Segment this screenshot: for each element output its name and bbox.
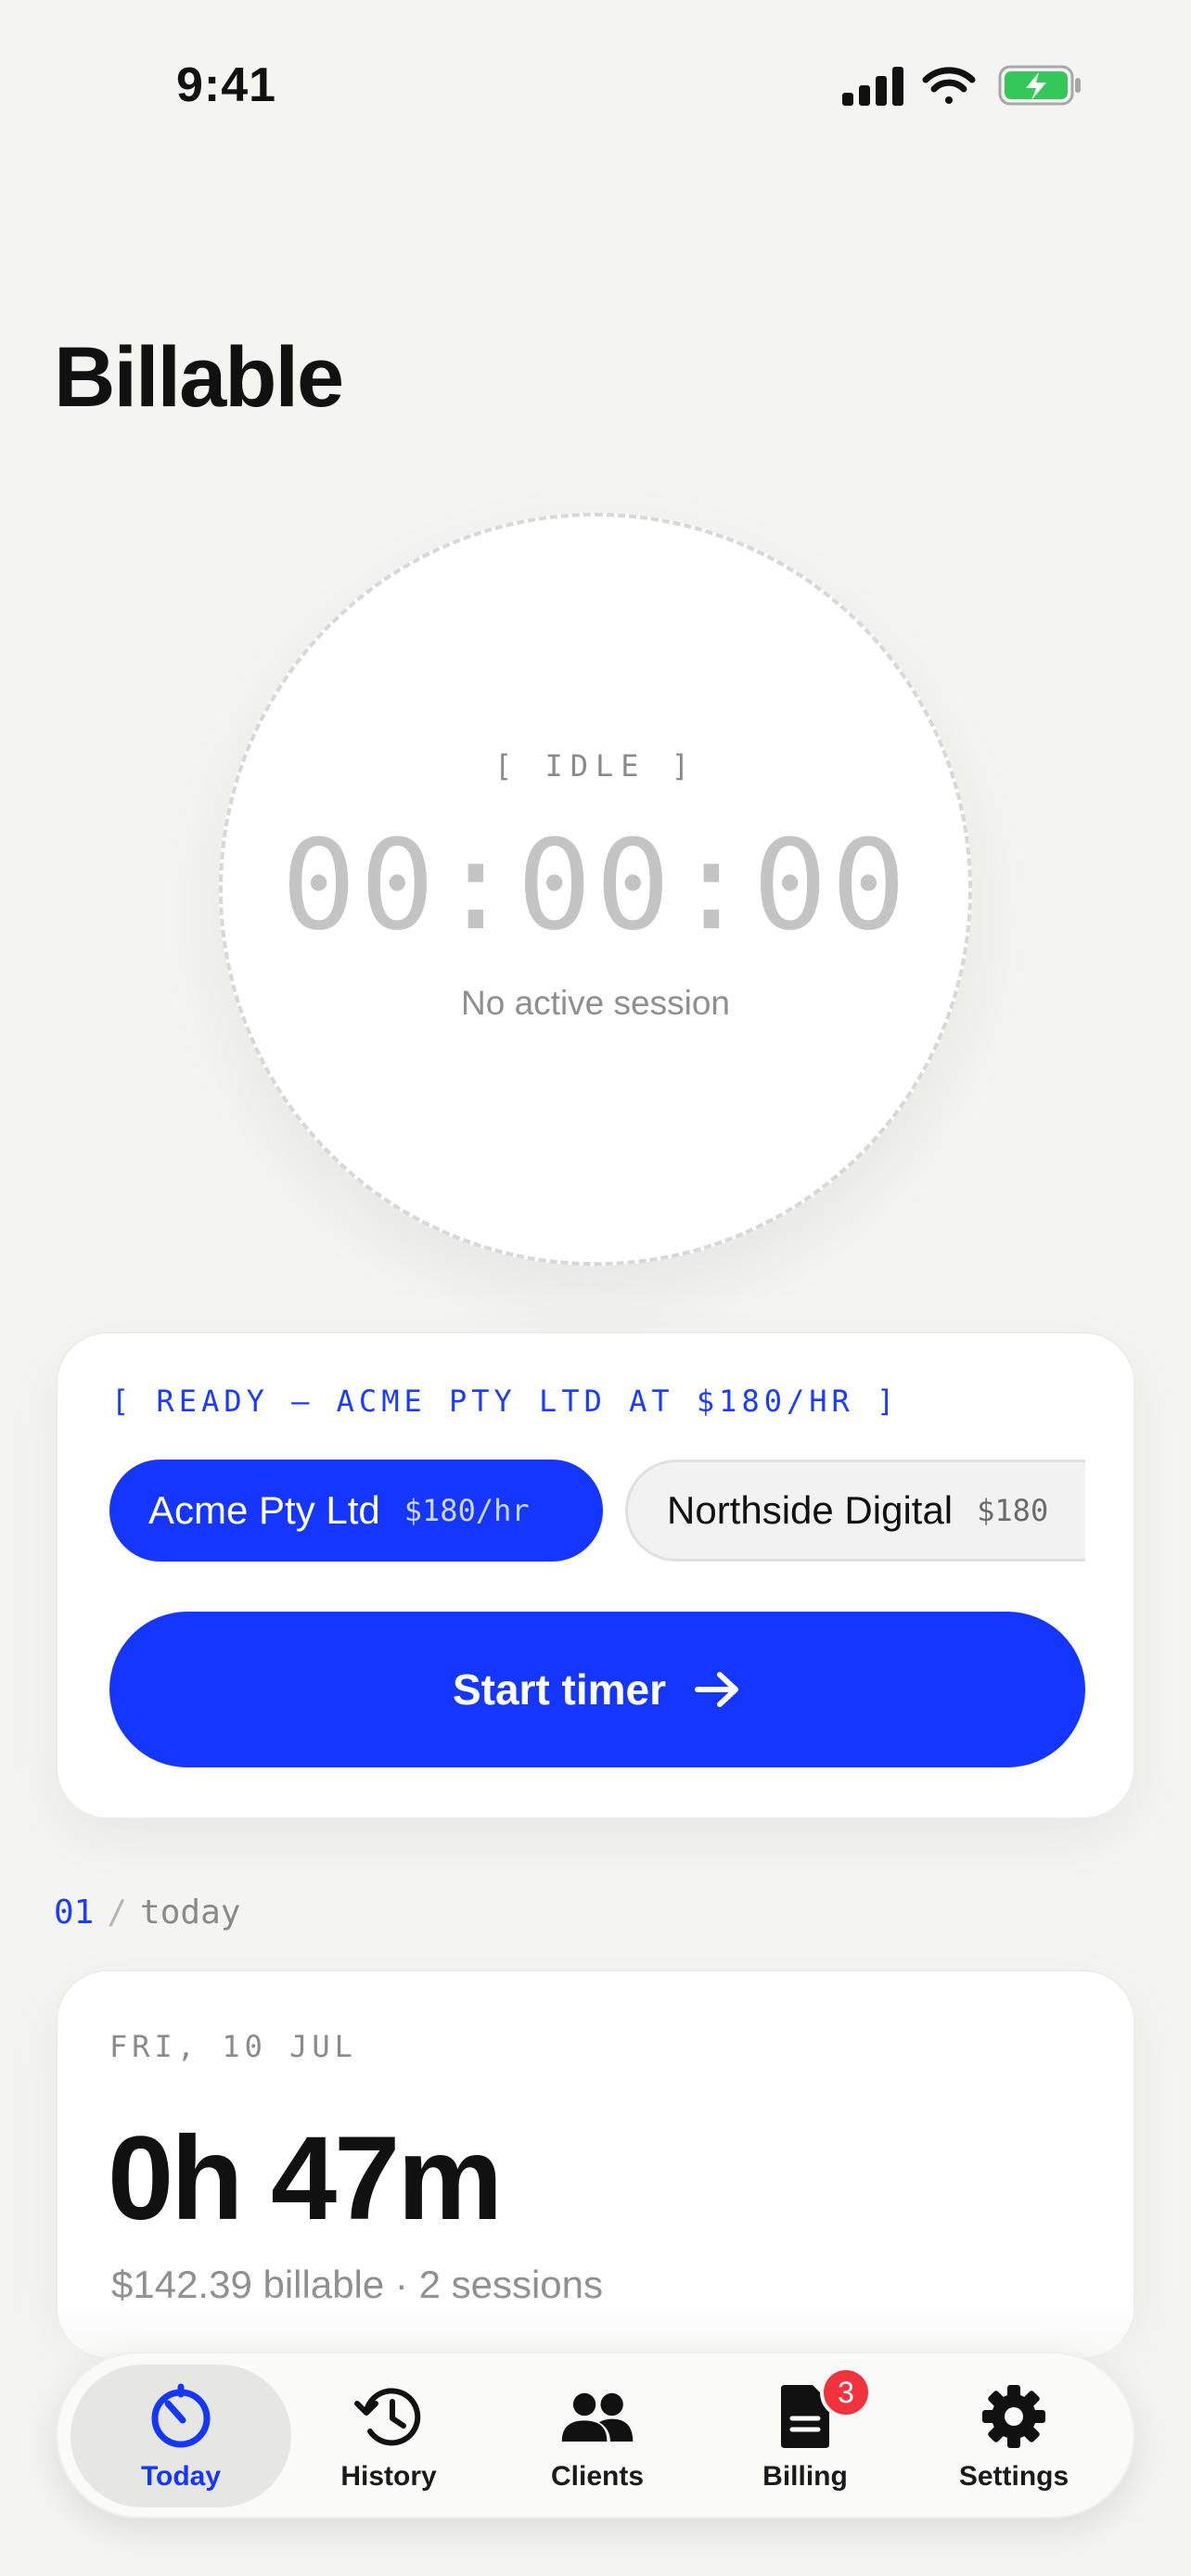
start-timer-button[interactable]: Start timer <box>109 1612 1085 1767</box>
timer-display: 00:00:00 <box>281 813 910 958</box>
document-icon: 3 <box>768 2366 872 2452</box>
section-separator: / <box>107 1894 128 1932</box>
battery-charging-icon <box>998 65 1081 106</box>
client-chip-rate: $180 <box>977 1493 1049 1528</box>
tab-label: Settings <box>958 2461 1069 2492</box>
timer-subtitle: No active session <box>461 984 730 1022</box>
cellular-signal-icon <box>842 67 903 106</box>
today-date: FRI, 10 JUL <box>109 2029 357 2064</box>
tab-settings[interactable]: Settings <box>903 2365 1124 2507</box>
billing-badge: 3 <box>820 2366 872 2418</box>
today-total: 0h 47m <box>108 2112 503 2245</box>
tab-billing[interactable]: 3 Billing <box>695 2365 916 2507</box>
tab-today[interactable]: Today <box>70 2365 291 2507</box>
status-time: 9:41 <box>176 58 277 112</box>
timer-icon <box>144 2381 218 2452</box>
client-chip-northside[interactable]: Northside Digital $180 <box>625 1460 1085 1562</box>
client-chip-name: Northside Digital <box>667 1488 954 1532</box>
timer-state: [ IDLE ] <box>493 748 698 784</box>
tab-label: Clients <box>550 2461 645 2492</box>
timer-dial: [ IDLE ] 00:00:00 No active session <box>219 513 972 1266</box>
ready-card: [ READY — ACME PTY LTD AT $180/HR ] Acme… <box>56 1332 1135 1819</box>
start-timer-label: Start timer <box>452 1665 667 1714</box>
section-header: 01 / today <box>54 1894 240 1932</box>
section-number: 01 <box>54 1894 95 1932</box>
tab-label: Today <box>140 2461 222 2492</box>
tab-bar: Today History Clients 3 Billing Settings <box>56 2352 1135 2519</box>
people-icon <box>560 2381 634 2452</box>
section-name: today <box>140 1894 241 1932</box>
client-chip-name: Acme Pty Ltd <box>148 1488 380 1532</box>
tab-label: History <box>340 2461 437 2492</box>
status-icons <box>842 63 1083 109</box>
ready-label: [ READY — ACME PTY LTD AT $180/HR ] <box>111 1384 900 1419</box>
wifi-icon <box>922 67 976 104</box>
history-icon <box>352 2381 426 2452</box>
client-chips: Acme Pty Ltd $180/hr Northside Digital $… <box>109 1460 1085 1563</box>
arrow-right-icon <box>695 1672 739 1707</box>
tab-history[interactable]: History <box>278 2365 499 2507</box>
tab-clients[interactable]: Clients <box>487 2365 708 2507</box>
gear-icon <box>977 2381 1051 2452</box>
client-chip-rate: $180/hr <box>403 1493 530 1528</box>
client-chip-acme[interactable]: Acme Pty Ltd $180/hr <box>109 1460 603 1562</box>
page-title: Billable <box>54 330 344 425</box>
tab-label: Billing <box>762 2461 848 2492</box>
